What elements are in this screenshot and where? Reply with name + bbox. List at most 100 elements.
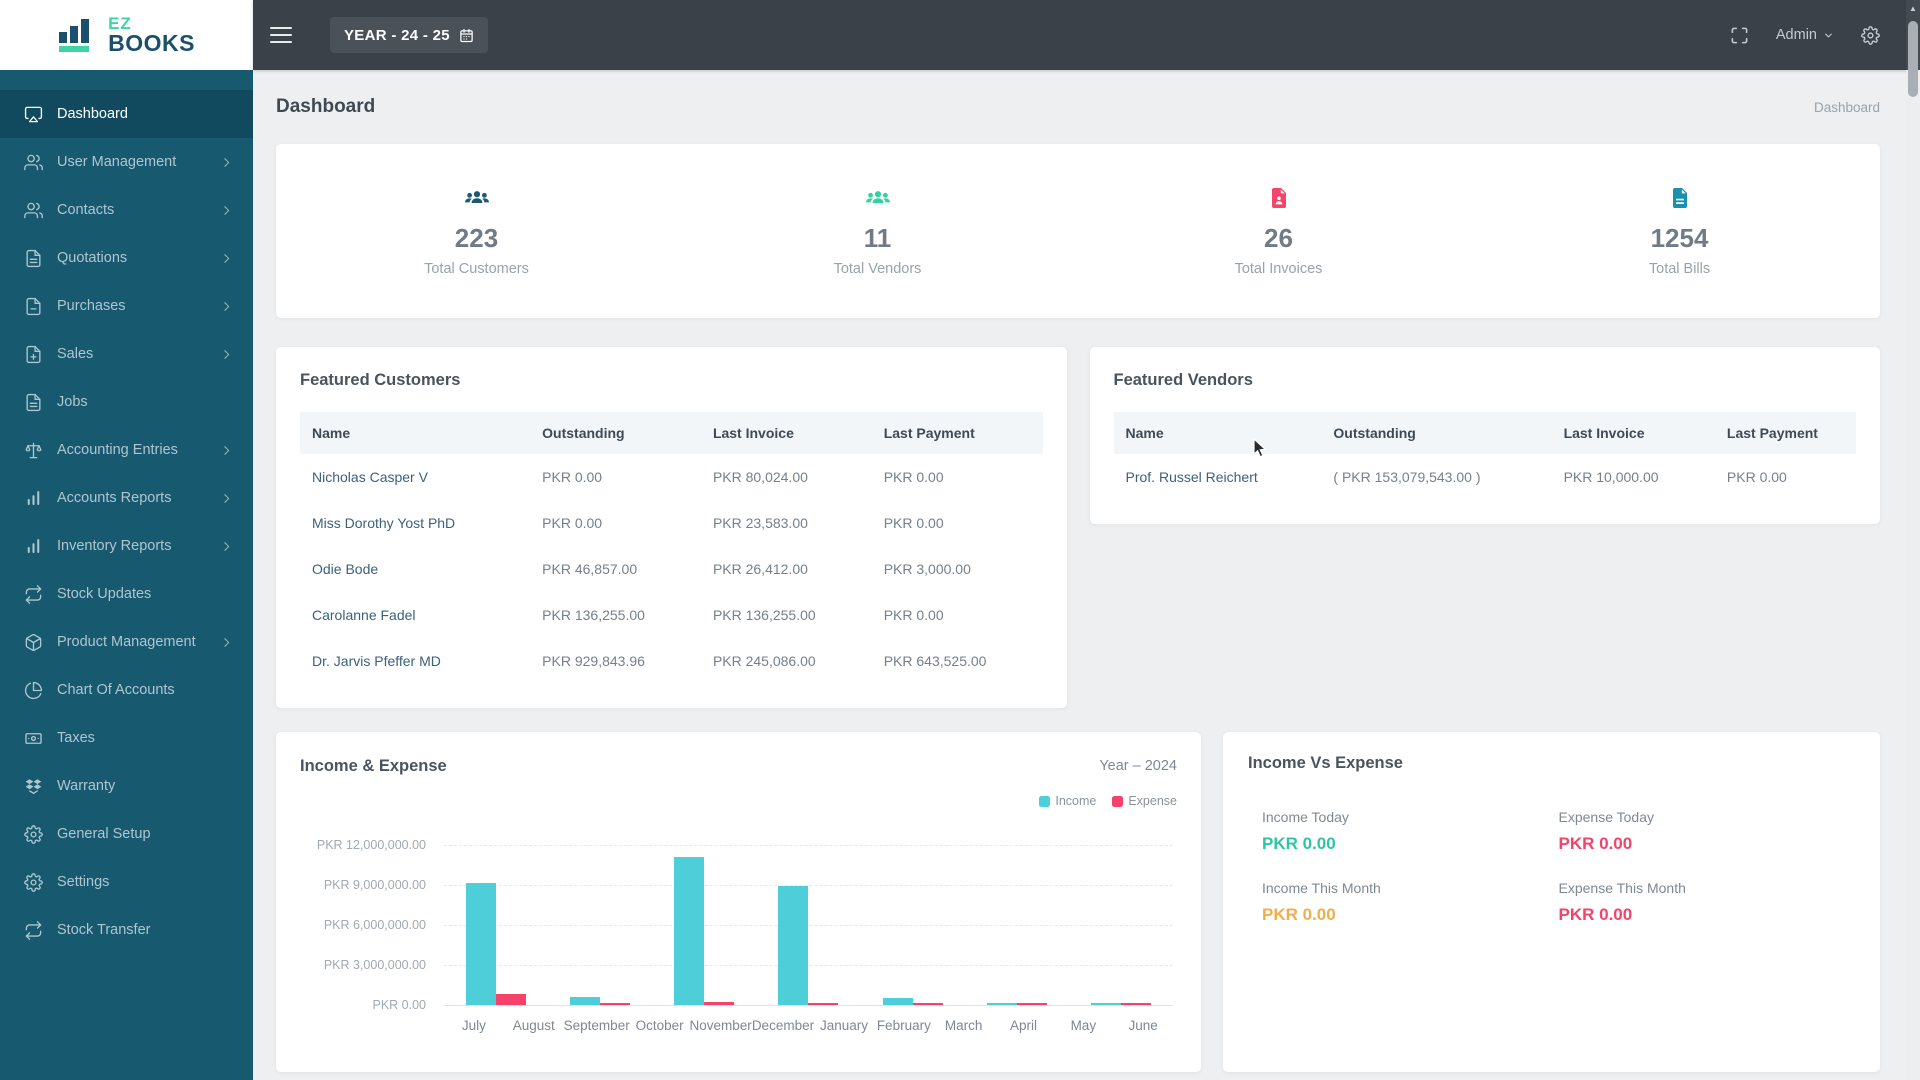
sidebar-item-inventory-reports[interactable]: Inventory Reports (0, 522, 253, 570)
sidebar-item-settings[interactable]: Settings (0, 858, 253, 906)
sidebar-item-stock-transfer[interactable]: Stock Transfer (0, 906, 253, 954)
legend-swatch (1112, 795, 1124, 807)
menu-toggle-button[interactable] (270, 27, 292, 43)
brand-bars-icon (59, 19, 90, 52)
table-row: Odie Bode PKR 46,857.00 PKR 26,412.00 PKR 3… (300, 546, 1043, 592)
row-value: PKR 643,525.00 (883, 653, 987, 669)
ive-value: PKR 0.00 (1262, 834, 1336, 853)
sidebar-item-dashboard[interactable]: Dashboard (0, 90, 253, 138)
row-name-link[interactable]: Dr. Jarvis Pfeffer MD (300, 638, 530, 684)
sidebar-item-taxes[interactable]: Taxes (0, 714, 253, 762)
chart-legend: Income Expense (300, 794, 1177, 808)
sidebar: EZ BOOKS Dashboard User Management Contact… (0, 0, 253, 1080)
income-bar (674, 857, 705, 1005)
row-name-link[interactable]: Miss Dorothy Yost PhD (300, 500, 530, 546)
sidebar-item-jobs[interactable]: Jobs (0, 378, 253, 426)
sidebar-item-label: Taxes (57, 730, 95, 746)
topbar: YEAR - 24 - 25 Admin (253, 0, 1920, 70)
package-icon (24, 633, 43, 652)
scrollbar-thumb[interactable] (1908, 21, 1918, 97)
ive-item-expense-this-month: Expense This Month PKR 0.00 (1559, 880, 1856, 925)
bar-group (965, 845, 1069, 1005)
sidebar-item-accounting-entries[interactable]: Accounting Entries (0, 426, 253, 474)
column-header-outstanding: Outstanding (1333, 425, 1416, 441)
sidebar-item-contacts[interactable]: Contacts (0, 186, 253, 234)
income-expense-chart-card: Income & Expense Year – 2024 Income Expen… (276, 732, 1201, 1072)
users-icon (24, 201, 43, 220)
column-header-last-invoice: Last Invoice (712, 425, 794, 441)
y-axis-tick-label: PKR 6,000,000.00 (323, 918, 426, 932)
x-axis-tick-label: November (689, 1017, 752, 1033)
stat-label: Total Vendors (833, 260, 922, 277)
income-bar (570, 997, 601, 1005)
chevron-right-icon (220, 156, 233, 169)
chevron-right-icon (220, 492, 233, 505)
ive-label: Income Today (1262, 809, 1349, 825)
app-logo[interactable]: EZ BOOKS (0, 0, 253, 70)
row-value: PKR 0.00 (883, 469, 944, 485)
sidebar-item-warranty[interactable]: Warranty (0, 762, 253, 810)
ive-label: Expense Today (1558, 809, 1654, 825)
x-axis-tick-label: September (563, 1017, 630, 1033)
y-axis-tick-label: PKR 0.00 (372, 998, 426, 1012)
page-scrollbar[interactable]: ▲ (1906, 0, 1920, 1080)
row-value: PKR 929,843.96 (542, 653, 645, 669)
row-name-link[interactable]: Odie Bode (300, 546, 530, 592)
monitor-icon (24, 105, 43, 124)
ive-item-expense-today: Expense Today PKR 0.00 (1559, 809, 1856, 854)
table-row: Miss Dorothy Yost PhD PKR 0.00 PKR 23,583.… (300, 500, 1043, 546)
file-minus-icon (24, 297, 43, 316)
row-value: PKR 245,086.00 (712, 653, 816, 669)
table-row: Prof. Russel Reichert ( PKR 153,079,543.0… (1114, 454, 1857, 500)
repeat-icon (24, 584, 43, 604)
legend-item-income[interactable]: Income (1039, 794, 1096, 808)
sidebar-item-chart-of-accounts[interactable]: Chart Of Accounts (0, 666, 253, 714)
row-value: PKR 23,583.00 (712, 515, 808, 531)
income-bar (986, 1002, 1017, 1005)
user-menu-label: Admin (1775, 27, 1817, 43)
legend-label: Expense (1128, 794, 1177, 808)
featured-customers-card: Featured Customers Name Outstanding Last I… (276, 347, 1067, 708)
chevron-right-icon (220, 252, 233, 265)
sidebar-item-product-management[interactable]: Product Management (0, 618, 253, 666)
fiscal-year-selector[interactable]: YEAR - 24 - 25 (330, 17, 488, 53)
file-text-icon (24, 249, 43, 268)
row-name-link[interactable]: Nicholas Casper V (300, 454, 530, 500)
stat-value: 1254 (1650, 222, 1709, 253)
sidebar-item-general-setup[interactable]: General Setup (0, 810, 253, 858)
sidebar-item-stock-updates[interactable]: Stock Updates (0, 570, 253, 618)
fullscreen-button[interactable] (1730, 26, 1749, 45)
people-icon (677, 186, 1078, 215)
sidebar-item-label: Quotations (57, 250, 128, 266)
row-name-link[interactable]: Carolanne Fadel (300, 592, 530, 638)
sidebar-item-purchases[interactable]: Purchases (0, 282, 253, 330)
sidebar-item-label: User Management (57, 154, 177, 170)
x-axis-tick-label: May (1070, 1017, 1097, 1033)
sidebar-item-accounts-reports[interactable]: Accounts Reports (0, 474, 253, 522)
sidebar-item-user-management[interactable]: User Management (0, 138, 253, 186)
ive-value: PKR 0.00 (1558, 834, 1633, 853)
gear-icon (1861, 25, 1880, 45)
sidebar-item-sales[interactable]: Sales (0, 330, 253, 378)
settings-button[interactable] (1861, 25, 1880, 45)
income-vs-expense-title: Income Vs Expense (1248, 754, 1403, 772)
page-title: Dashboard (276, 96, 376, 117)
row-name-link[interactable]: Prof. Russel Reichert (1114, 454, 1322, 500)
gear-icon (24, 824, 43, 844)
row-value: PKR 0.00 (883, 607, 944, 623)
stat-total-bills: 1254 Total Bills (1479, 186, 1880, 277)
user-menu[interactable]: Admin (1776, 27, 1834, 43)
chevron-right-icon (220, 540, 233, 553)
column-header-outstanding: Outstanding (542, 425, 625, 441)
sidebar-item-label: Chart Of Accounts (57, 682, 175, 698)
stat-label: Total Bills (1648, 260, 1711, 277)
scrollbar-up-arrow-icon[interactable]: ▲ (1906, 0, 1920, 13)
sidebar-item-quotations[interactable]: Quotations (0, 234, 253, 282)
legend-item-expense[interactable]: Expense (1112, 794, 1177, 808)
fiscal-year-label: YEAR - 24 - 25 (344, 26, 450, 44)
warranty-icon (24, 777, 43, 796)
featured-vendors-table: Name Outstanding Last Invoice Last Payment … (1113, 412, 1857, 500)
chevron-right-icon (220, 348, 233, 361)
chart-x-axis-labels: July August September October November Decemb… (444, 1005, 1173, 1045)
sidebar-item-label: Jobs (57, 394, 88, 410)
